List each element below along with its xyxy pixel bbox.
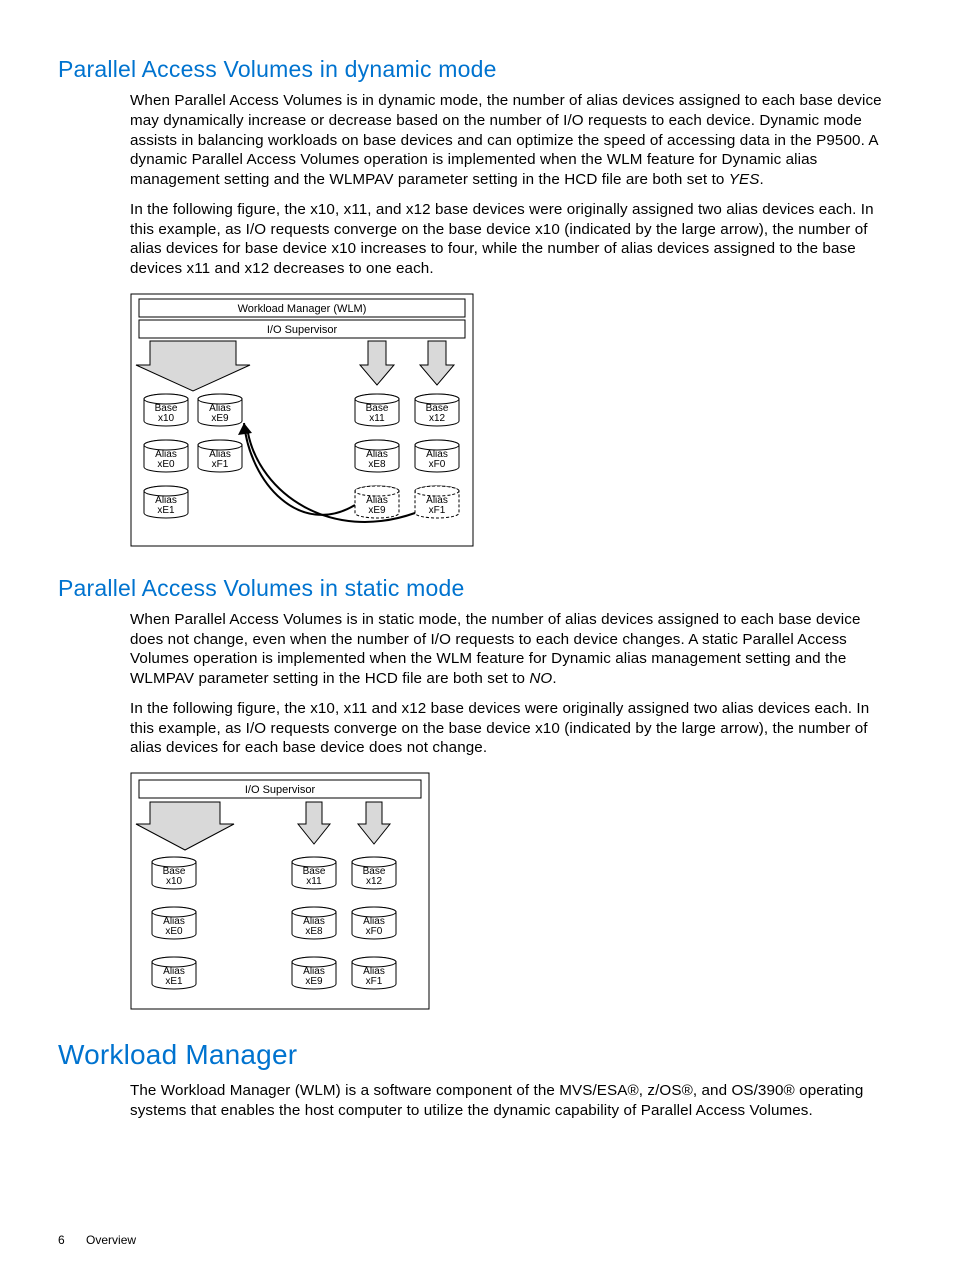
heading-static-mode: Parallel Access Volumes in static mode — [58, 575, 894, 602]
svg-text:x10: x10 — [166, 876, 183, 887]
svg-text:xE0: xE0 — [157, 459, 175, 470]
cyl-alias-xe0: Alias xE0 — [152, 907, 196, 939]
label-wlm: Workload Manager (WLM) — [238, 303, 367, 315]
page-number: 6 — [58, 1233, 65, 1247]
big-arrow-icon — [136, 341, 250, 391]
label-io-supervisor: I/O Supervisor — [267, 324, 338, 336]
svg-text:xE9: xE9 — [368, 505, 386, 516]
cyl-alias-xf1: Alias xF1 — [198, 440, 242, 472]
svg-text:xF1: xF1 — [366, 976, 383, 987]
para-wlm: The Workload Manager (WLM) is a software… — [130, 1081, 894, 1121]
svg-text:xE0: xE0 — [165, 926, 183, 937]
cyl-alias-xf0: Alias xF0 — [415, 440, 459, 472]
cyl-alias-xf1-dashed: Alias xF1 — [415, 486, 459, 518]
cyl-alias-xe9: Alias xE9 — [198, 394, 242, 426]
svg-text:x11: x11 — [306, 876, 322, 887]
svg-text:xF0: xF0 — [366, 926, 383, 937]
svg-text:x11: x11 — [369, 413, 385, 424]
svg-text:x10: x10 — [158, 413, 175, 424]
svg-text:x12: x12 — [429, 413, 446, 424]
curve-arrow — [244, 423, 355, 515]
small-arrow-icon — [420, 341, 454, 385]
figure-static-diagram: I/O Supervisor Base x10 Alias xE0 Alias … — [130, 772, 894, 1017]
cyl-alias-xe9-dashed: Alias xE9 — [355, 486, 399, 518]
heading-dynamic-mode: Parallel Access Volumes in dynamic mode — [58, 56, 894, 83]
cyl-base-x11: Base x11 — [292, 857, 336, 889]
arrowhead-icon — [238, 423, 252, 435]
para-static-1: When Parallel Access Volumes is in stati… — [130, 610, 894, 689]
cyl-base-x12: Base x12 — [352, 857, 396, 889]
cyl-alias-xe9: Alias xE9 — [292, 957, 336, 989]
cyl-alias-xe1: Alias xE1 — [152, 957, 196, 989]
para-dynamic-2: In the following figure, the x10, x11, a… — [130, 200, 894, 279]
small-arrow-icon — [298, 802, 330, 844]
text-italic: YES — [729, 171, 760, 188]
text: . — [759, 171, 763, 188]
small-arrow-icon — [360, 341, 394, 385]
text: When Parallel Access Volumes is in dynam… — [130, 92, 882, 188]
svg-text:xE9: xE9 — [305, 976, 323, 987]
section-name: Overview — [86, 1233, 136, 1247]
cyl-base-x10: Base x10 — [144, 394, 188, 426]
svg-text:xE8: xE8 — [368, 459, 386, 470]
para-dynamic-1: When Parallel Access Volumes is in dynam… — [130, 91, 894, 190]
svg-text:x12: x12 — [366, 876, 383, 887]
cyl-alias-xe8: Alias xE8 — [355, 440, 399, 472]
para-static-2: In the following figure, the x10, x11 an… — [130, 699, 894, 758]
cyl-alias-xf0: Alias xF0 — [352, 907, 396, 939]
cyl-alias-xe8: Alias xE8 — [292, 907, 336, 939]
text: When Parallel Access Volumes is in stati… — [130, 611, 861, 687]
svg-text:xF0: xF0 — [429, 459, 446, 470]
cyl-alias-xe1: Alias xE1 — [144, 486, 188, 518]
heading-workload-manager: Workload Manager — [58, 1039, 894, 1071]
figure-dynamic-diagram: Workload Manager (WLM) I/O Supervisor Ba… — [130, 293, 894, 553]
svg-text:xF1: xF1 — [429, 505, 446, 516]
svg-text:xE1: xE1 — [165, 976, 183, 987]
big-arrow-icon — [136, 802, 234, 850]
cyl-alias-xe0: Alias xE0 — [144, 440, 188, 472]
svg-text:xE8: xE8 — [305, 926, 323, 937]
svg-text:xE9: xE9 — [211, 413, 229, 424]
svg-text:xE1: xE1 — [157, 505, 175, 516]
cyl-base-x11: Base x11 — [355, 394, 399, 426]
cyl-base-x10: Base x10 — [152, 857, 196, 889]
text-italic: NO — [529, 670, 552, 687]
svg-text:xF1: xF1 — [212, 459, 229, 470]
cyl-base-x12: Base x12 — [415, 394, 459, 426]
page-footer: 6 Overview — [58, 1233, 136, 1247]
label-io-supervisor: I/O Supervisor — [245, 784, 316, 796]
cyl-alias-xf1: Alias xF1 — [352, 957, 396, 989]
small-arrow-icon — [358, 802, 390, 844]
text: . — [552, 670, 556, 687]
